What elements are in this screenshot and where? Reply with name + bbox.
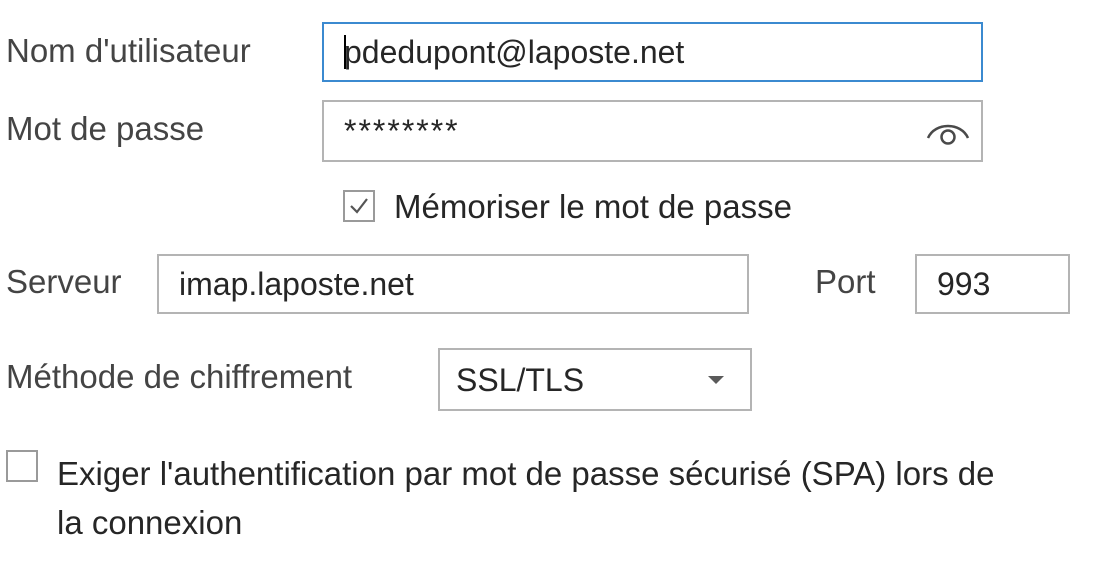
spa-label-line1[interactable]: Exiger l'authentification par mot de pas… — [57, 457, 994, 490]
checkmark-icon — [350, 198, 368, 214]
username-label: Nom d'utilisateur — [6, 32, 251, 69]
port-label: Port — [815, 263, 876, 300]
port-value: 993 — [937, 266, 991, 302]
server-field[interactable]: imap.laposte.net — [157, 254, 749, 314]
port-field[interactable]: 993 — [915, 254, 1070, 314]
password-label: Mot de passe — [6, 110, 205, 147]
username-value: pdedupont@laposte.net — [344, 34, 685, 70]
server-label: Serveur — [6, 263, 122, 300]
username-field[interactable]: pdedupont@laposte.net — [322, 22, 983, 82]
password-value: ******** — [344, 113, 460, 149]
chevron-down-icon — [708, 375, 724, 384]
encryption-selected-value: SSL/TLS — [456, 361, 585, 398]
spa-label-line2[interactable]: la connexion — [57, 506, 242, 539]
spa-checkbox[interactable] — [6, 450, 38, 482]
password-field[interactable]: ******** — [322, 100, 983, 162]
server-value: imap.laposte.net — [179, 266, 414, 302]
eye-icon[interactable] — [925, 114, 971, 148]
remember-password-label[interactable]: Mémoriser le mot de passe — [394, 190, 792, 223]
remember-password-checkbox[interactable] — [343, 190, 375, 222]
encryption-dropdown[interactable]: SSL/TLS — [438, 348, 752, 411]
encryption-label: Méthode de chiffrement — [6, 358, 353, 395]
